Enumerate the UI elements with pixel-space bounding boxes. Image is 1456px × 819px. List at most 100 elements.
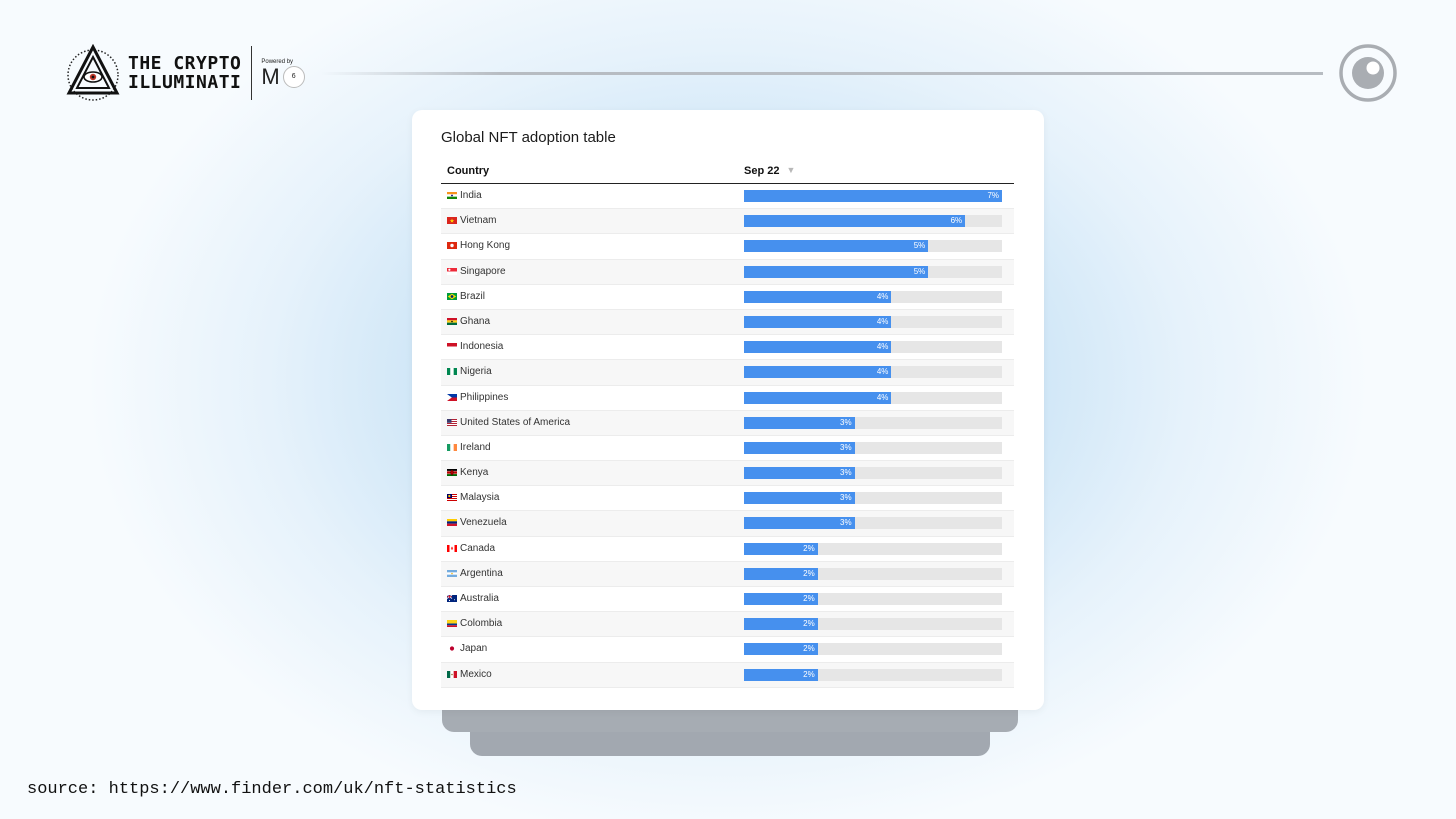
bar: 2% [744,542,818,555]
bar-track: 3% [744,467,1002,480]
vietnam-flag-icon [447,217,457,225]
brazil-flag-icon [447,292,457,300]
illuminati-logo-icon [66,44,120,101]
eye-icon[interactable] [1338,43,1398,103]
table-row: Japan 2% [441,637,1014,663]
table-body: India 7% Vietnam 6% Hong Kong 5% Singapore 5% Br… [441,184,1014,688]
bar: 2% [744,567,818,580]
sort-desc-icon[interactable]: ▼ [786,165,795,175]
bar-value-label: 5% [913,266,926,276]
bar-track: 3% [744,492,1002,505]
bar-track: 2% [744,542,1002,555]
bar-track: 4% [744,341,1002,354]
table-row: Brazil 4% [441,285,1014,310]
country-name: Singapore [460,265,506,277]
argentina-flag-icon [447,569,457,577]
bar: 3% [744,492,855,505]
table-row: Singapore 5% [441,259,1014,285]
australia-flag-icon [447,595,457,602]
chart-card: Global NFT adoption table Country Sep 22… [412,110,1044,710]
brand-name: THE CRYPTO ILLUMINATI [128,54,241,92]
header-divider-line [320,72,1323,75]
bar-track: 4% [744,391,1002,404]
bar-value-label: 7% [987,191,999,200]
nigeria-flag-icon [447,368,457,376]
bar-value-label: 4% [876,342,889,352]
ghana-flag-icon [447,317,457,325]
table-row: Kenya 3% [441,461,1014,487]
bar: 4% [744,391,892,404]
bar-value-label: 3% [840,417,852,427]
brand-name-line1: THE CRYPTO [128,53,242,74]
country-name: Vietnam [460,215,497,227]
bar-track: 5% [744,265,1002,278]
bar-value-label: 2% [803,619,815,629]
bar-track: 2% [744,668,1002,681]
bar: 2% [744,618,818,631]
table-row: Vietnam 6% [441,209,1014,235]
table-row: Canada 2% [441,537,1014,562]
adoption-table: Country Sep 22 ▼ India 7% Vietnam 6% Hong Kon… [441,160,1014,688]
country-name: Canada [460,542,496,554]
bar-value-label: 4% [876,291,889,301]
bar-value-label: 2% [803,543,815,553]
chart-title: Global NFT adoption table [441,129,616,146]
colombia-flag-icon [447,620,457,628]
bar-value-label: 4% [876,367,889,377]
ireland-flag-icon [447,443,457,451]
table-header: Country Sep 22 ▼ [441,160,1014,184]
bar: 4% [744,315,892,328]
bar-track: 3% [744,441,1002,454]
country-name: Philippines [460,391,509,403]
bar-track: 2% [744,593,1002,605]
bar-value-label: 6% [950,216,963,226]
bar: 7% [744,190,1002,202]
bar: 4% [744,366,892,379]
table-row: Ghana 4% [441,309,1014,336]
bar-value-label: 2% [803,594,815,603]
column-header-country[interactable]: Country [447,165,489,177]
venezuela-flag-icon [447,519,457,527]
powered-by: Powered by M 6 [261,59,305,89]
bar: 3% [744,517,855,530]
bar: 5% [744,265,929,278]
country-name: Hong Kong [460,240,511,252]
bar: 3% [744,467,855,480]
bar-value-label: 3% [840,493,852,503]
bar-track: 4% [744,366,1002,379]
bar-value-label: 2% [803,568,815,578]
bar-track: 3% [744,416,1002,429]
table-row: Ireland 3% [441,436,1014,462]
bar-value-label: 3% [840,518,852,528]
powered-by-badge: 6 [282,65,305,88]
bar: 3% [744,441,855,454]
bar: 5% [744,240,929,253]
country-name: Malaysia [460,492,500,504]
powered-by-mark: M [261,63,280,89]
bar-value-label: 2% [803,644,815,654]
table-row: Nigeria 4% [441,360,1014,386]
brand-name-line2: ILLUMINATI [128,72,242,93]
bar: 2% [744,643,818,656]
country-name: Ireland [460,441,491,453]
bar: 2% [744,668,818,681]
country-name: United States of America [460,416,571,428]
table-row: Hong Kong 5% [441,234,1014,260]
bar-value-label: 3% [840,468,852,478]
table-row: Venezuela 3% [441,511,1014,537]
table-row: United States of America 3% [441,410,1014,436]
bar-track: 3% [744,517,1002,530]
canada-flag-icon [447,544,457,552]
bar: 6% [744,215,966,228]
bar: 4% [744,290,892,303]
column-header-date[interactable]: Sep 22 ▼ [744,165,795,177]
brand-divider [251,46,253,100]
bar-track: 5% [744,240,1002,253]
philippines-flag-icon [447,393,457,401]
country-name: Japan [460,643,488,655]
bar: 4% [744,341,892,354]
india-flag-icon [447,192,457,199]
country-name: Australia [460,593,499,604]
table-row: India 7% [441,184,1014,210]
bar-track: 2% [744,567,1002,580]
